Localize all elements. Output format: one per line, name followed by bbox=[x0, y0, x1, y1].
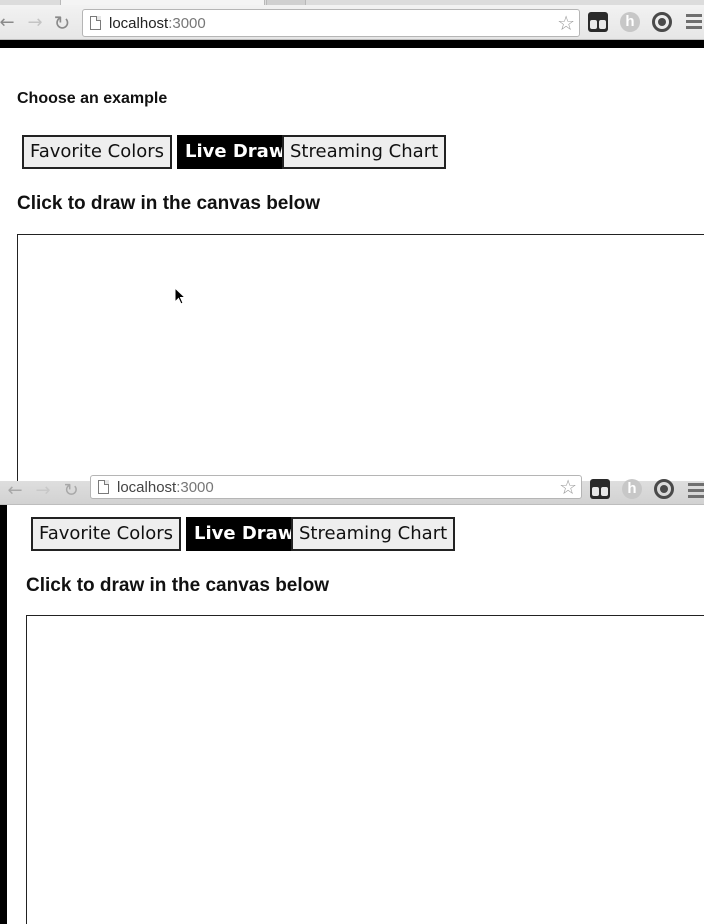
reload-icon[interactable]: ↻ bbox=[51, 12, 73, 34]
drawing-canvas[interactable] bbox=[26, 615, 704, 924]
extension-icon-3[interactable] bbox=[654, 479, 674, 499]
tab-active[interactable] bbox=[60, 0, 265, 5]
page-icon bbox=[90, 16, 101, 30]
menu-icon[interactable] bbox=[688, 483, 704, 501]
address-bar[interactable]: localhost:3000 ☆ bbox=[90, 475, 582, 499]
star-icon[interactable]: ☆ bbox=[557, 10, 575, 36]
streaming-chart-button[interactable]: Streaming Chart bbox=[282, 135, 447, 169]
tab-strip bbox=[0, 0, 704, 5]
tab-new[interactable] bbox=[266, 0, 306, 5]
drawing-canvas[interactable] bbox=[17, 234, 704, 494]
address-bar[interactable]: localhost:3000 ☆ bbox=[82, 9, 580, 37]
favorite-colors-button[interactable]: Favorite Colors bbox=[31, 517, 182, 551]
forward-arrow-icon[interactable]: → bbox=[32, 480, 54, 502]
extension-icon-2[interactable]: h bbox=[622, 479, 642, 499]
url-text: localhost:3000 bbox=[109, 15, 206, 32]
page-content-top: Choose an example Favorite Colors Live D… bbox=[0, 48, 704, 494]
live-draw-button[interactable]: Live Draw bbox=[177, 135, 294, 169]
menu-icon[interactable] bbox=[686, 14, 702, 32]
page-content-bottom: Favorite Colors Live Draw Streaming Char… bbox=[7, 505, 704, 924]
reload-icon[interactable]: ↻ bbox=[60, 480, 82, 502]
favorite-colors-button[interactable]: Favorite Colors bbox=[22, 135, 173, 169]
page-icon bbox=[98, 480, 109, 494]
streaming-chart-button[interactable]: Streaming Chart bbox=[291, 517, 456, 551]
extension-icon-2[interactable]: h bbox=[620, 12, 640, 32]
back-arrow-icon[interactable]: ← bbox=[0, 12, 18, 34]
extension-icon-3[interactable] bbox=[652, 12, 672, 32]
forward-arrow-icon[interactable]: → bbox=[24, 12, 46, 34]
back-arrow-icon[interactable]: ← bbox=[4, 480, 26, 502]
choose-example-heading: Choose an example bbox=[17, 90, 168, 107]
extension-icon-1[interactable] bbox=[590, 479, 610, 499]
live-draw-button[interactable]: Live Draw bbox=[186, 517, 303, 551]
browser-toolbar-bottom: ← → ↻ localhost:3000 ☆ h bbox=[0, 475, 704, 505]
extension-icon-1[interactable] bbox=[588, 12, 608, 32]
instruction-heading: Click to draw in the canvas below bbox=[17, 193, 321, 214]
url-text: localhost:3000 bbox=[117, 479, 214, 496]
window-border bbox=[0, 40, 704, 48]
screen: ← → ↻ localhost:3000 ☆ h Choose an examp… bbox=[0, 0, 704, 924]
window-edge bbox=[0, 505, 7, 924]
browser-toolbar-top: ← → ↻ localhost:3000 ☆ h bbox=[0, 0, 704, 40]
mouse-cursor-icon bbox=[174, 287, 187, 305]
instruction-heading: Click to draw in the canvas below bbox=[26, 575, 330, 596]
star-icon[interactable]: ☆ bbox=[559, 476, 577, 498]
